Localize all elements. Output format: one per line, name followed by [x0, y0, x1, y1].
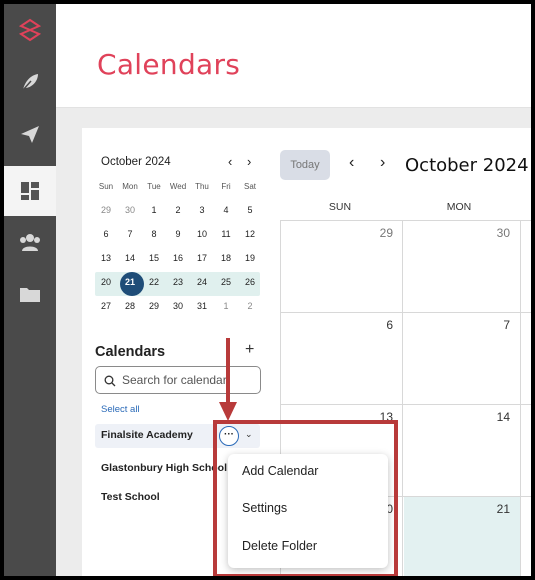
mini-day[interactable]: 21 — [120, 275, 140, 289]
prev-month-button[interactable]: ‹ — [349, 154, 354, 172]
mini-day[interactable]: 31 — [192, 299, 212, 313]
rail-item-home[interactable] — [4, 4, 56, 56]
calendar-item[interactable]: Test School — [101, 491, 160, 503]
mini-day[interactable]: 22 — [144, 275, 164, 289]
mini-day[interactable]: 29 — [144, 299, 164, 313]
mini-day[interactable]: 11 — [216, 227, 236, 241]
day-header-mon: MON — [446, 201, 472, 213]
calendar-item[interactable]: Glastonbury High School — [101, 462, 227, 474]
mini-day[interactable]: 5 — [240, 203, 260, 217]
mini-prev-button[interactable]: ‹ — [228, 154, 232, 169]
nav-rail — [4, 4, 56, 576]
mini-day[interactable]: 13 — [96, 251, 116, 265]
logo-icon — [19, 18, 41, 42]
group-icon — [18, 232, 42, 252]
mini-weekday: Sat — [243, 182, 256, 191]
mini-day[interactable]: 16 — [168, 251, 188, 265]
day-number[interactable]: 30 — [480, 226, 510, 240]
mini-weekday: Sun — [98, 182, 114, 191]
mini-weekday: Thu — [195, 182, 209, 191]
annotation-arrow — [219, 338, 237, 421]
mini-calendar-month: October 2024 — [101, 156, 171, 168]
day-number[interactable]: 6 — [363, 318, 393, 332]
rail-item-messages[interactable] — [4, 108, 56, 160]
mini-day[interactable]: 30 — [120, 203, 140, 217]
mini-day[interactable]: 27 — [96, 299, 116, 313]
mini-next-button[interactable]: › — [247, 154, 251, 169]
folder-icon — [19, 285, 41, 303]
mini-day[interactable]: 1 — [144, 203, 164, 217]
mini-weekday: Fri — [221, 182, 231, 191]
calendars-heading: Calendars — [95, 344, 166, 360]
day-number[interactable]: 21 — [480, 502, 510, 516]
mini-day[interactable]: 2 — [240, 299, 260, 313]
calendar-month-title: October 2024 — [405, 155, 529, 176]
mini-day[interactable]: 4 — [216, 203, 236, 217]
grid-line — [402, 220, 403, 576]
mini-day[interactable]: 12 — [240, 227, 260, 241]
day-number[interactable]: 14 — [480, 410, 510, 424]
page-header: Calendars — [56, 4, 531, 108]
mini-day[interactable]: 19 — [240, 251, 260, 265]
calendar-folder-name[interactable]: Finalsite Academy — [101, 429, 193, 441]
mini-weekday: Wed — [169, 182, 187, 191]
mini-day[interactable]: 28 — [120, 299, 140, 313]
rail-item-dashboard[interactable] — [4, 166, 56, 216]
mini-day[interactable]: 25 — [216, 275, 236, 289]
day-number[interactable]: 7 — [480, 318, 510, 332]
search-icon — [104, 374, 116, 392]
mini-day[interactable]: 24 — [192, 275, 212, 289]
annotation-highlight-box — [213, 420, 398, 576]
day-number[interactable]: 29 — [363, 226, 393, 240]
mini-day[interactable]: 26 — [240, 275, 260, 289]
mini-day[interactable]: 15 — [144, 251, 164, 265]
mini-day[interactable]: 18 — [216, 251, 236, 265]
dashboard-icon — [19, 180, 41, 202]
select-all-link[interactable]: Select all — [101, 404, 140, 415]
mini-day[interactable]: 17 — [192, 251, 212, 265]
mini-day[interactable]: 20 — [96, 275, 116, 289]
mini-weekday: Tue — [147, 182, 161, 191]
grid-line — [280, 312, 531, 313]
mini-day[interactable]: 29 — [96, 203, 116, 217]
mini-day[interactable]: 23 — [168, 275, 188, 289]
mini-day[interactable]: 2 — [168, 203, 188, 217]
day-header-sun: SUN — [328, 201, 352, 213]
mini-day[interactable]: 8 — [144, 227, 164, 241]
rail-item-groups[interactable] — [4, 216, 56, 268]
rail-item-content[interactable] — [4, 56, 56, 108]
page-title: Calendars — [97, 48, 241, 81]
mini-day[interactable]: 9 — [168, 227, 188, 241]
mini-day[interactable]: 7 — [120, 227, 140, 241]
next-month-button[interactable]: › — [380, 154, 385, 172]
feather-icon — [19, 71, 41, 93]
add-calendar-button[interactable]: + — [245, 341, 254, 359]
mini-day[interactable]: 6 — [96, 227, 116, 241]
today-button[interactable]: Today — [280, 150, 330, 180]
mini-day[interactable]: 10 — [192, 227, 212, 241]
mini-weekday: Mon — [122, 182, 138, 191]
mini-day[interactable]: 14 — [120, 251, 140, 265]
mini-day[interactable]: 1 — [216, 299, 236, 313]
grid-line — [520, 220, 521, 576]
grid-line — [280, 404, 531, 405]
paper-plane-icon — [19, 123, 41, 145]
app-window: Calendars October 2024 ‹ › Sun Mon Tue W… — [4, 4, 531, 576]
mini-day[interactable]: 30 — [168, 299, 188, 313]
grid-line — [280, 220, 531, 221]
mini-day[interactable]: 3 — [192, 203, 212, 217]
rail-item-files[interactable] — [4, 268, 56, 320]
